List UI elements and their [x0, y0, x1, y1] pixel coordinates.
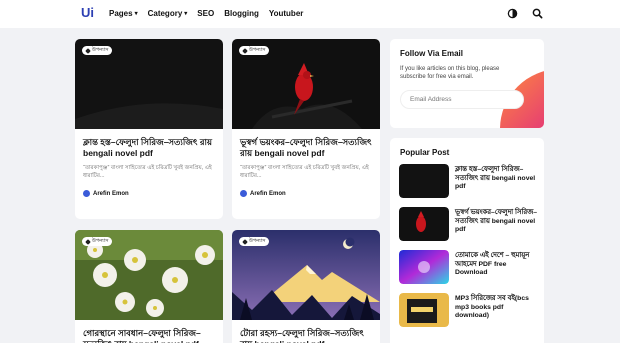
- popular-post-item[interactable]: ক্লান্ত হস্ত–ফেলুদা সিরিজ–সত্যজিৎ রায় b…: [399, 164, 536, 198]
- popular-post-item[interactable]: তোমাকে এই দেশে – হুমায়ূন আহমেদ PDF free…: [399, 250, 536, 284]
- site-header: Ui Pages ▾ Category ▾ SEO Blogging Youtube…: [0, 0, 620, 28]
- post-excerpt: “তারকাপুঞ্জ” বাংলা সাহিত্যের এই চরিত্রটি…: [240, 165, 369, 179]
- site-logo[interactable]: Ui: [81, 5, 94, 20]
- post-card[interactable]: উপন্যাস টোরা রহস্য–ফেলুদা সিরিজ–সত্যজিৎ …: [232, 230, 380, 343]
- popular-post-title[interactable]: MP3 সিরিজের সব বই(bcs mp3 books pdf down…: [455, 295, 539, 321]
- author-name: Arefin Emon: [250, 190, 286, 197]
- nav-category[interactable]: Category ▾: [148, 9, 188, 18]
- tag-label: উপন্যাস: [92, 46, 109, 53]
- theme-toggle-icon[interactable]: [507, 8, 518, 19]
- post-author[interactable]: Arefin Emon: [83, 190, 129, 197]
- nav-youtuber[interactable]: Youtuber: [269, 9, 304, 18]
- search-icon[interactable]: [532, 8, 543, 19]
- widget-title: Popular Post: [400, 148, 450, 157]
- tag-label: উপন্যাস: [249, 46, 266, 53]
- popular-post-thumbnail[interactable]: [399, 164, 449, 198]
- nav-pages-label: Pages: [109, 9, 133, 18]
- post-title[interactable]: টোরা রহস্য–ফেলুদা সিরিজ–সত্যজিৎ রায় ben…: [240, 328, 374, 343]
- post-excerpt: “তারকাপুঞ্জ” বাংলা সাহিত্যের এই চরিত্রটি…: [83, 165, 212, 179]
- chevron-down-icon: ▾: [134, 11, 138, 17]
- widget-description: If you like articles on this blog, pleas…: [400, 66, 500, 80]
- post-title[interactable]: গোরস্থানে সাবধান–ফেলুদা সিরিজ–সত্যজিৎ রা…: [83, 328, 217, 343]
- post-card[interactable]: উপন্যাস ভূস্বর্গ ভয়ংকর–ফেলুদা সিরিজ–সত্…: [232, 39, 380, 219]
- popular-post-title[interactable]: ভূস্বর্গ ভয়ংকর–ফেলুদা সিরিজ–সত্যজিৎ রায…: [455, 209, 539, 235]
- nav-seo[interactable]: SEO: [197, 9, 214, 18]
- tag-label: উপন্যাস: [92, 237, 109, 244]
- category-tag[interactable]: উপন্যাস: [239, 46, 270, 55]
- avatar: [240, 190, 247, 197]
- category-tag[interactable]: উপন্যাস: [239, 237, 270, 246]
- tag-icon: [85, 238, 91, 245]
- popular-post-widget: Popular Post ক্লান্ত হস্ত–ফেলুদা সিরিজ–স…: [390, 138, 544, 343]
- widget-title: Follow Via Email: [400, 49, 463, 58]
- popular-post-thumbnail[interactable]: [399, 293, 449, 327]
- follow-email-widget: Follow Via Email If you like articles on…: [390, 39, 544, 128]
- category-tag[interactable]: উপন্যাস: [82, 237, 113, 246]
- avatar: [83, 190, 90, 197]
- popular-post-item[interactable]: MP3 সিরিজের সব বই(bcs mp3 books pdf down…: [399, 293, 536, 327]
- tag-icon: [242, 238, 248, 245]
- post-card[interactable]: উপন্যাস ক্লান্ত হস্ত–ফেলুদা সিরিজ–সত্যজি…: [75, 39, 223, 219]
- popular-post-item[interactable]: ভূস্বর্গ ভয়ংকর–ফেলুদা সিরিজ–সত্যজিৎ রায…: [399, 207, 539, 241]
- post-card[interactable]: উপন্যাস গোরস্থানে সাবধান–ফেলুদা সিরিজ–সত…: [75, 230, 223, 343]
- post-author[interactable]: Arefin Emon: [240, 190, 286, 197]
- tag-icon: [85, 47, 91, 54]
- nav-blogging[interactable]: Blogging: [224, 9, 259, 18]
- nav-seo-label: SEO: [197, 9, 215, 18]
- main-nav: Pages ▾ Category ▾ SEO Blogging Youtuber: [109, 9, 303, 18]
- nav-blogging-label: Blogging: [224, 9, 259, 18]
- nav-youtuber-label: Youtuber: [268, 9, 304, 18]
- nav-pages[interactable]: Pages ▾: [109, 9, 138, 18]
- tag-label: উপন্যাস: [249, 237, 266, 244]
- chevron-down-icon: ▾: [184, 11, 188, 17]
- nav-category-label: Category: [147, 9, 183, 18]
- category-tag[interactable]: উপন্যাস: [82, 46, 113, 55]
- post-title[interactable]: ক্লান্ত হস্ত–ফেলুদা সিরিজ–সত্যজিৎ রায় b…: [83, 137, 217, 159]
- author-name: Arefin Emon: [93, 190, 129, 197]
- popular-post-title[interactable]: ক্লান্ত হস্ত–ফেলুদা সিরিজ–সত্যজিৎ রায় b…: [455, 166, 539, 192]
- popular-post-title[interactable]: তোমাকে এই দেশে – হুমায়ূন আহমেদ PDF free…: [455, 252, 539, 278]
- popular-post-thumbnail[interactable]: [399, 207, 449, 241]
- email-input[interactable]: Email Address: [400, 90, 524, 109]
- tag-icon: [242, 47, 248, 54]
- post-title[interactable]: ভূস্বর্গ ভয়ংকর–ফেলুদা সিরিজ–সত্যজিৎ রায…: [240, 137, 374, 159]
- popular-post-thumbnail[interactable]: [399, 250, 449, 284]
